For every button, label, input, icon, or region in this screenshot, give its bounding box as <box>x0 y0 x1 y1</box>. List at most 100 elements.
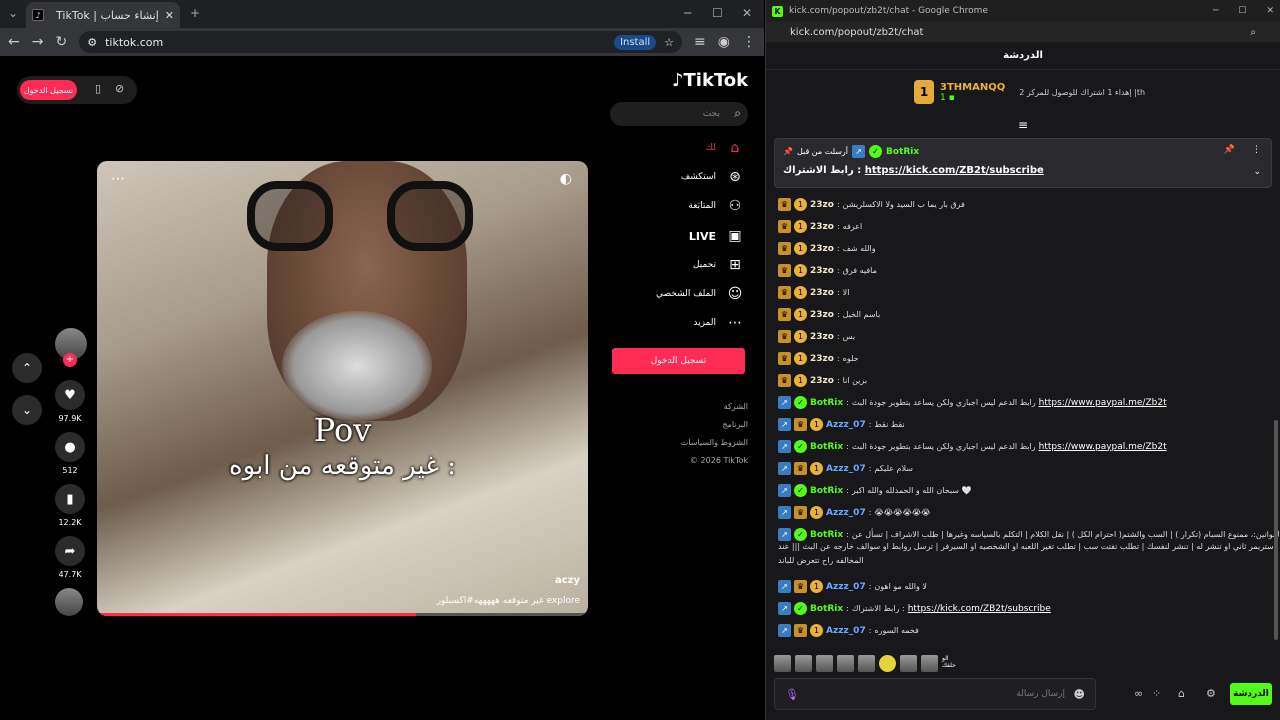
send-chat-button[interactable]: الدردشة <box>1230 683 1272 705</box>
chat-username[interactable]: Azzz_07 <box>826 508 866 518</box>
compass-small-icon[interactable]: ⊘ <box>115 82 124 95</box>
microphone-icon[interactable]: 🎙 <box>785 688 799 701</box>
emote-9[interactable]: الو حلفك <box>942 655 962 672</box>
gifter-name[interactable]: 3THMANQQ <box>940 82 1005 93</box>
store-icon[interactable]: ⌂ <box>1178 687 1185 700</box>
chat-link[interactable]: https://www.paypal.me/Zb2t <box>1039 442 1167 452</box>
login-button[interactable]: تسجيل الدخول <box>612 348 745 374</box>
browser-tab[interactable]: ♪ TikTok | إنشاء حساب ✕ <box>26 2 180 28</box>
chat-username[interactable]: 23zo <box>810 200 834 210</box>
save-action[interactable]: ▮ 12.2K <box>55 484 85 527</box>
zoom-icon[interactable]: ⌕ <box>1250 27 1256 38</box>
nav-item-more[interactable]: المزيد ⋯ <box>693 315 744 331</box>
maximize-icon[interactable]: ☐ <box>712 6 723 20</box>
chat-username[interactable]: 23zo <box>810 354 834 364</box>
footer-terms[interactable]: الشروط والسياسات <box>681 438 748 447</box>
expand-leaderboard-icon[interactable]: ≡ <box>1018 118 1028 132</box>
dots-icon[interactable]: ⁘ <box>1152 687 1161 700</box>
nav-item-profile[interactable]: الملف الشخصي ☺ <box>656 286 744 302</box>
back-icon[interactable]: ← <box>8 34 20 50</box>
chat-link[interactable]: https://kick.com/ZB2t/subscribe <box>908 604 1051 614</box>
video-options-icon[interactable]: ⋯ <box>111 171 125 187</box>
emote-1[interactable] <box>774 655 791 672</box>
bookmark-star-icon[interactable]: ☆ <box>664 36 674 49</box>
chat-username[interactable]: 23zo <box>810 376 834 386</box>
emote-8[interactable] <box>921 655 938 672</box>
minimize-icon[interactable]: ─ <box>1213 6 1218 16</box>
like-action[interactable]: ♥ 97.9K <box>55 380 85 423</box>
sound-icon[interactable]: ◐ <box>560 171 572 187</box>
unpin-icon[interactable]: 📌 <box>1224 145 1235 155</box>
collapse-pinned-icon[interactable]: ⌄ <box>1253 167 1261 177</box>
infinity-icon[interactable]: ∞ <box>1134 687 1143 700</box>
media-icon[interactable]: ≡ <box>694 34 706 50</box>
nav-item-foryou[interactable]: لك ⌂ <box>706 140 744 156</box>
chat-scrollbar[interactable] <box>1274 420 1278 640</box>
nav-item-following[interactable]: المتابَعة ⚇ <box>688 198 744 214</box>
emote-4[interactable] <box>837 655 854 672</box>
tab-list-icon[interactable]: ⌄ <box>8 6 18 20</box>
minimize-icon[interactable]: ─ <box>684 6 691 20</box>
sound-avatar[interactable] <box>55 588 85 616</box>
site-info-icon[interactable]: ⚙ <box>87 36 97 49</box>
previous-video-button[interactable]: ⌃ <box>12 353 42 383</box>
chat-input[interactable]: إرسال رسالة ☻ 🎙 <box>774 678 1096 710</box>
video-progress-bar[interactable] <box>97 613 588 616</box>
chat-username[interactable]: 23zo <box>810 244 834 254</box>
settings-gear-icon[interactable]: ⚙ <box>1206 687 1216 700</box>
chat-username[interactable]: BotRix <box>810 442 843 452</box>
emote-7[interactable] <box>900 655 917 672</box>
chat-username[interactable]: BotRix <box>810 486 843 496</box>
kick-address-bar[interactable]: kick.com/popout/zb2t/chat ⌕ <box>766 22 1280 42</box>
forward-icon[interactable]: → <box>32 34 44 50</box>
chat-username[interactable]: BotRix <box>810 530 843 540</box>
pinned-options-icon[interactable]: ⋮ <box>1252 145 1261 155</box>
nav-item-explore[interactable]: استكشف ⊛ <box>681 169 744 185</box>
omnibox[interactable]: ⚙ tiktok.com Install ☆ <box>79 31 683 53</box>
chat-username[interactable]: 23zo <box>810 310 834 320</box>
chat-username[interactable]: BotRix <box>810 604 843 614</box>
phone-icon[interactable]: ▯ <box>95 82 101 95</box>
video-player[interactable]: Pov غير متوقعه من ابوه : ⋯ ◐ aczy غير مت… <box>97 161 588 616</box>
share-action[interactable]: ➦ 47.7K <box>55 536 85 579</box>
nav-item-upload[interactable]: تحميل ⊞ <box>693 257 744 273</box>
chat-username[interactable]: Azzz_07 <box>826 626 866 636</box>
chat-username[interactable]: BotRix <box>810 398 843 408</box>
chat-username[interactable]: Azzz_07 <box>826 420 866 430</box>
comment-action[interactable]: ● 512 <box>55 432 85 475</box>
creator-avatar[interactable]: + <box>55 328 87 367</box>
search-icon[interactable]: ⌕ <box>734 106 741 121</box>
reload-icon[interactable]: ↻ <box>55 34 67 50</box>
chat-username[interactable]: 23zo <box>810 266 834 276</box>
footer-program[interactable]: البرنامج <box>722 420 748 429</box>
next-video-button[interactable]: ⌄ <box>12 395 42 425</box>
chat-username[interactable]: 23zo <box>810 332 834 342</box>
emote-5[interactable] <box>858 655 875 672</box>
emote-3[interactable] <box>816 655 833 672</box>
login-pill-button[interactable]: تسجيل الدخول <box>20 80 77 100</box>
emoji-icon[interactable]: ☻ <box>1074 688 1085 701</box>
chat-link[interactable]: https://www.paypal.me/Zb2t <box>1039 398 1167 408</box>
footer-company[interactable]: الشركة <box>724 402 748 411</box>
close-window-icon[interactable]: ✕ <box>742 6 752 20</box>
emote-2[interactable] <box>795 655 812 672</box>
profile-icon[interactable]: ◉ <box>718 34 730 50</box>
chat-username[interactable]: Azzz_07 <box>826 582 866 592</box>
follow-plus-icon[interactable]: + <box>63 353 77 367</box>
install-button[interactable]: Install <box>614 34 657 50</box>
chat-username[interactable]: 23zo <box>810 222 834 232</box>
close-tab-icon[interactable]: ✕ <box>165 9 174 22</box>
emote-6[interactable] <box>879 655 896 672</box>
maximize-icon[interactable]: ☐ <box>1238 6 1246 16</box>
nav-item-live[interactable]: LIVE ▣ <box>689 228 744 244</box>
video-username[interactable]: aczy <box>555 575 580 586</box>
pinned-user[interactable]: BotRix <box>886 147 919 157</box>
close-window-icon[interactable]: ✕ <box>1266 6 1274 16</box>
pinned-link[interactable]: https://kick.com/ZB2t/subscribe <box>865 165 1044 176</box>
search-input[interactable]: بحث ⌕ <box>610 102 748 126</box>
chat-username[interactable]: Azzz_07 <box>826 464 866 474</box>
menu-icon[interactable]: ⋮ <box>742 34 756 50</box>
new-tab-icon[interactable]: + <box>190 6 200 20</box>
tiktok-logo[interactable]: ♪TikTok <box>672 70 748 91</box>
chat-username[interactable]: 23zo <box>810 288 834 298</box>
